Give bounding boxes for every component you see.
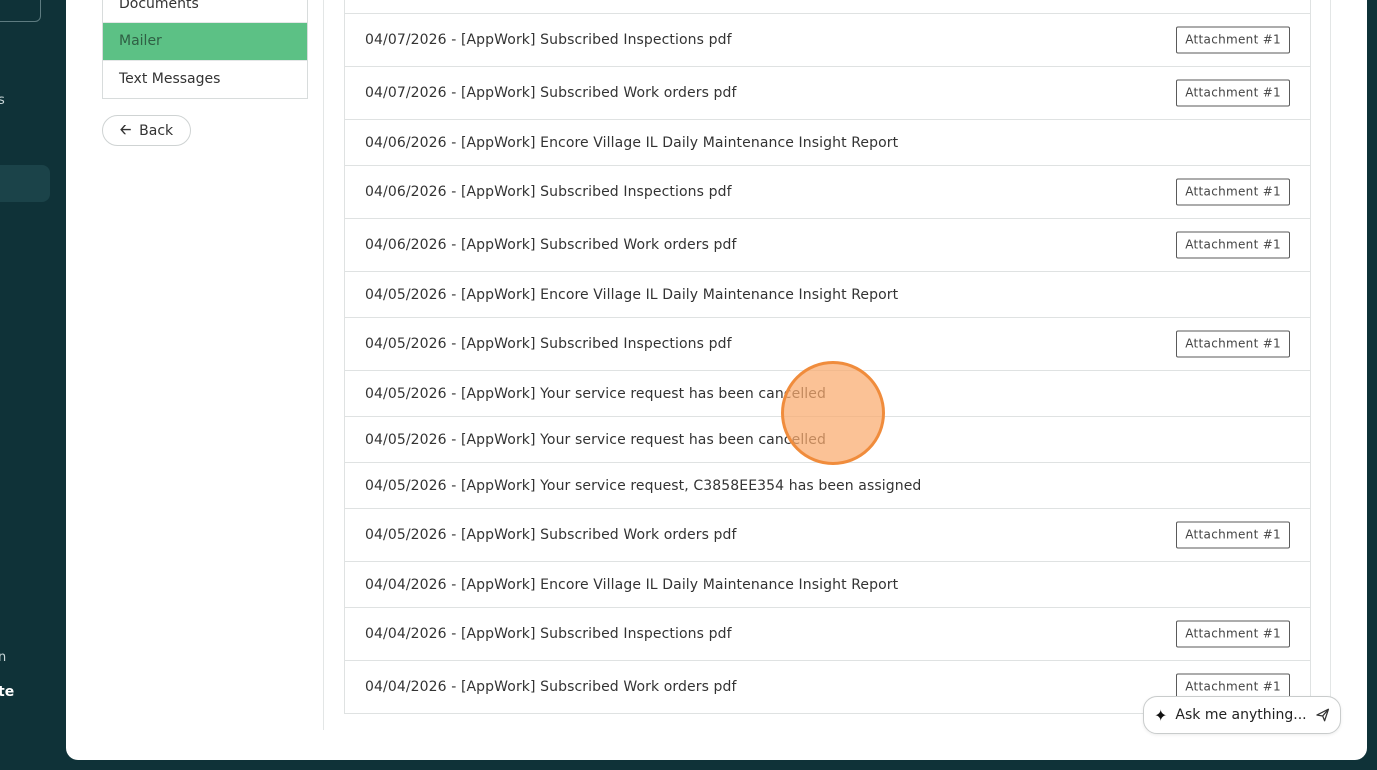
ask-input[interactable]: Ask me anything... (1175, 707, 1306, 723)
attachment-button[interactable]: Attachment #1 (1176, 178, 1290, 206)
sidebar-user-name: te (0, 684, 15, 700)
sidebar-item-active[interactable] (0, 165, 50, 202)
attachment-button[interactable]: Attachment #1 (1176, 620, 1290, 648)
email-row[interactable]: 04/05/2026 - [AppWork] Your service requ… (345, 463, 1310, 509)
email-subject[interactable]: 04/04/2026 - [AppWork] Subscribed Inspec… (365, 626, 732, 642)
email-subject[interactable]: 04/05/2026 - [AppWork] Encore Village IL… (365, 287, 898, 303)
email-row[interactable]: 04/07/2026 - [AppWork] Subscribed Inspec… (345, 14, 1310, 67)
nav-item-text-messages[interactable]: Text Messages (103, 60, 307, 98)
attachment-button[interactable]: Attachment #1 (1176, 330, 1290, 358)
back-label: Back (139, 122, 174, 139)
email-subject[interactable]: 04/05/2026 - [AppWork] Subscribed Inspec… (365, 336, 732, 352)
click-indicator (781, 361, 885, 465)
attachment-button[interactable]: Attachment #1 (1176, 231, 1290, 259)
attachment-button[interactable]: Attachment #1 (1176, 521, 1290, 549)
nav-item-mailer[interactable]: Mailer (103, 22, 307, 60)
nav-item-documents[interactable]: Documents (103, 0, 307, 22)
section-nav: Documents Mailer Text Messages (102, 0, 308, 99)
email-row[interactable]: 04/05/2026 - [AppWork] Subscribed Work o… (345, 509, 1310, 562)
send-icon[interactable] (1315, 707, 1330, 723)
email-row[interactable]: 04/07/2026 - [AppWork] Encore Village IL… (345, 0, 1310, 14)
email-subject[interactable]: 04/06/2026 - [AppWork] Subscribed Inspec… (365, 184, 732, 200)
email-subject[interactable]: 04/04/2026 - [AppWork] Encore Village IL… (365, 577, 898, 593)
email-subject[interactable]: 04/07/2026 - [AppWork] Subscribed Work o… (365, 85, 737, 101)
email-subject[interactable]: 04/07/2026 - [AppWork] Subscribed Inspec… (365, 32, 732, 48)
sparkle-icon: ✦ (1154, 705, 1168, 725)
sidebar-search-box[interactable] (0, 0, 41, 22)
email-subject[interactable]: 04/06/2026 - [AppWork] Subscribed Work o… (365, 237, 737, 253)
arrow-left-icon: 🡠 (119, 121, 132, 138)
back-button[interactable]: 🡠 Back (102, 115, 191, 146)
email-subject[interactable]: 04/04/2026 - [AppWork] Subscribed Work o… (365, 679, 737, 695)
email-list: 04/07/2026 - [AppWork] Encore Village IL… (344, 0, 1311, 714)
email-subject[interactable]: 04/05/2026 - [AppWork] Subscribed Work o… (365, 527, 737, 543)
attachment-button[interactable]: Attachment #1 (1176, 26, 1290, 54)
email-subject[interactable]: 04/05/2026 - [AppWork] Your service requ… (365, 386, 826, 402)
email-row[interactable]: 04/05/2026 - [AppWork] Encore Village IL… (345, 272, 1310, 318)
email-subject[interactable]: 04/06/2026 - [AppWork] Encore Village IL… (365, 135, 898, 151)
email-row[interactable]: 04/06/2026 - [AppWork] Encore Village IL… (345, 120, 1310, 166)
email-row[interactable]: 04/04/2026 - [AppWork] Subscribed Inspec… (345, 608, 1310, 661)
email-row[interactable]: 04/06/2026 - [AppWork] Subscribed Inspec… (345, 166, 1310, 219)
attachment-button[interactable]: Attachment #1 (1176, 79, 1290, 107)
sidebar-item-label[interactable]: n (0, 650, 6, 665)
email-row[interactable]: 04/06/2026 - [AppWork] Subscribed Work o… (345, 219, 1310, 272)
main-card: Documents Mailer Text Messages 🡠 Back 04… (66, 0, 1367, 760)
ask-assistant-bar[interactable]: ✦ Ask me anything... (1143, 696, 1341, 734)
email-row[interactable]: 04/07/2026 - [AppWork] Subscribed Work o… (345, 67, 1310, 120)
email-subject[interactable]: 04/05/2026 - [AppWork] Your service requ… (365, 478, 921, 494)
column-divider (323, 0, 324, 730)
email-row[interactable]: 04/04/2026 - [AppWork] Encore Village IL… (345, 562, 1310, 608)
email-subject[interactable]: 04/05/2026 - [AppWork] Your service requ… (365, 432, 826, 448)
sidebar-item-label[interactable]: s (0, 93, 5, 108)
column-divider (1330, 0, 1331, 730)
